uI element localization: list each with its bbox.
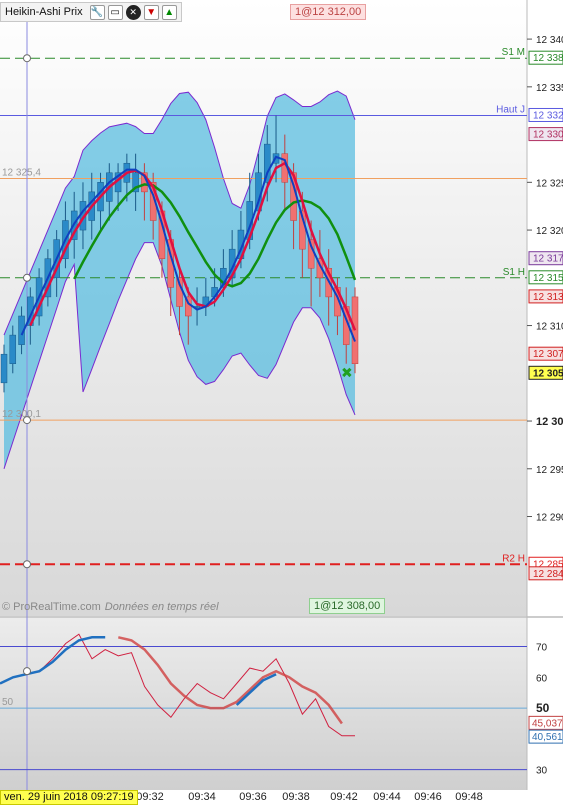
order-badge-top[interactable]: 1@12 312,00 — [290, 4, 367, 20]
time-axis-tick: 09:32 — [136, 791, 164, 802]
osc-left-label: 50 — [2, 697, 14, 708]
price-axis-tick: 12 310 — [536, 322, 563, 333]
level-tag: 12 338 — [533, 53, 563, 64]
price-tag: 12 313 — [533, 292, 563, 303]
price-tag: 12 284 — [533, 569, 563, 580]
window-icon[interactable]: ▭ — [107, 4, 123, 20]
osc-axis-tick: 60 — [536, 673, 548, 684]
wrench-icon[interactable]: 🔧 — [89, 4, 105, 20]
time-axis-tick: 09:36 — [239, 791, 267, 802]
chart-window: S1 M Haut J 12 325,4 S1 H 12 300,1 R2 H ✖ 50 1… — [0, 0, 563, 805]
price-axis-tick: 12 290 — [536, 513, 563, 524]
price-axis-tick: 12 340 — [536, 35, 563, 46]
arrow-down-icon[interactable]: ▼ — [143, 4, 159, 20]
price-axis-tick: 12 325 — [536, 178, 563, 189]
price-axis-tick: 12 295 — [536, 465, 563, 476]
level-label: S1 M — [502, 47, 525, 58]
copyright-notice: © ProRealTime.com Données en temps réel — [2, 601, 219, 613]
stop-cross-icon: ✖ — [341, 364, 353, 380]
price-axis-tick: 12 30 — [536, 416, 563, 428]
price-axis-tick: 12 320 — [536, 226, 563, 237]
level-tag: 12 332 — [533, 110, 563, 121]
osc-value-tag: 40,561 — [532, 732, 563, 743]
level-label: R2 H — [502, 553, 525, 564]
cursor-date-tag: ven. 29 juin 2018 09:27:19 — [0, 790, 138, 805]
chart-canvas: S1 M Haut J 12 325,4 S1 H 12 300,1 R2 H ✖ 50 1… — [0, 0, 563, 803]
level-label: S1 H — [503, 267, 525, 278]
candle-body — [351, 296, 359, 364]
price-axis-tick: 12 335 — [536, 83, 563, 94]
level-value-label: 12 325,4 — [2, 168, 41, 179]
arrow-up-icon[interactable]: ▲ — [161, 4, 177, 20]
osc-axis-tick: 30 — [536, 766, 548, 777]
osc-value-tag: 45,037 — [532, 718, 563, 729]
oscillator-pane-background — [0, 618, 527, 790]
cursor-marker — [23, 560, 31, 569]
price-tag: 12 330 — [533, 130, 563, 141]
cursor-marker — [23, 416, 31, 425]
realtime-label: Données en temps réel — [104, 601, 219, 613]
candle-body — [9, 334, 17, 364]
price-tag: 12 305 — [533, 368, 563, 379]
osc-axis-tick: 70 — [536, 643, 548, 654]
price-tag: 12 307 — [533, 349, 563, 360]
level-label: Haut J — [496, 104, 525, 115]
osc-cursor-marker — [23, 667, 31, 676]
time-axis-tick: 09:38 — [282, 791, 310, 802]
chart-title: Heikin-Ashi Prix — [5, 6, 83, 18]
copyright-brand: © ProRealTime.com — [2, 601, 101, 613]
time-axis-tick: 09:46 — [414, 791, 442, 802]
cursor-marker — [23, 54, 31, 63]
time-axis-tick: 09:44 — [373, 791, 401, 802]
chart-title-bar: Heikin-Ashi Prix 🔧 ▭ ✕ ▼ ▲ — [0, 2, 182, 22]
candle-body — [0, 353, 8, 384]
price-tag: 12 317 — [533, 254, 563, 265]
level-tag: 12 315 — [533, 273, 563, 284]
time-axis-tick: 09:48 — [455, 791, 483, 802]
osc-axis-tick: 50 — [536, 701, 550, 715]
time-axis-tick: 09:42 — [330, 791, 358, 802]
level-value-label: 12 300,1 — [2, 409, 41, 420]
order-badge-bottom[interactable]: 1@12 308,00 — [309, 598, 386, 614]
time-axis-tick: 09:34 — [188, 791, 216, 802]
close-icon[interactable]: ✕ — [125, 4, 141, 20]
cursor-marker — [23, 273, 31, 282]
